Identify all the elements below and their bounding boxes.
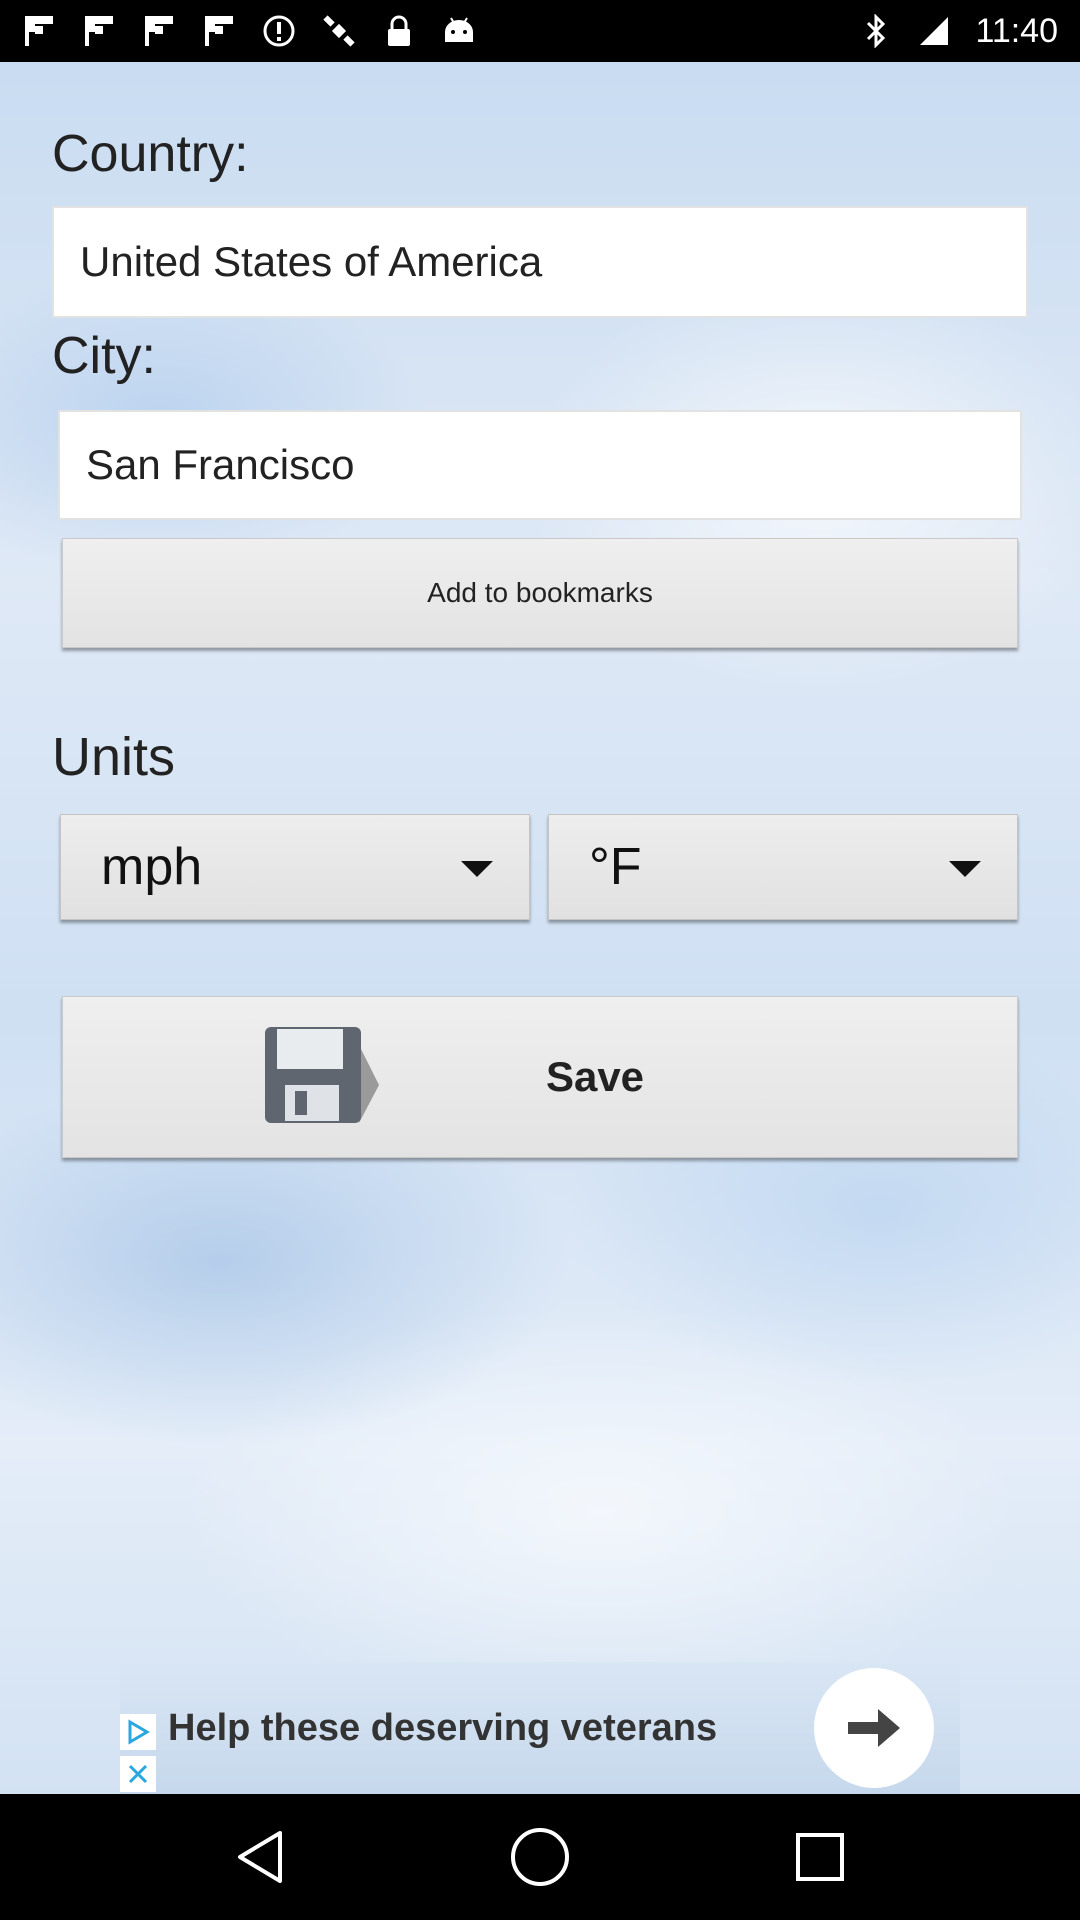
- temperature-unit-value: °F: [589, 838, 642, 896]
- flipboard-icon: [142, 14, 176, 48]
- android-icon: [442, 14, 476, 48]
- arrow-right-icon[interactable]: [814, 1668, 934, 1788]
- lock-icon: [382, 14, 416, 48]
- home-icon[interactable]: [505, 1822, 575, 1892]
- status-time: 11:40: [975, 11, 1058, 50]
- flipboard-icon: [202, 14, 236, 48]
- chevron-down-icon: [949, 861, 981, 877]
- bluetooth-icon: [859, 14, 893, 48]
- chevron-down-icon: [461, 861, 493, 877]
- flipboard-icon: [82, 14, 116, 48]
- speed-unit-value: mph: [101, 838, 203, 896]
- ad-play-icon[interactable]: [120, 1714, 156, 1750]
- add-to-bookmarks-label: Add to bookmarks: [427, 577, 653, 608]
- temperature-unit-select[interactable]: °F: [548, 814, 1018, 920]
- status-bar: 11:40: [0, 0, 1080, 62]
- speed-unit-select[interactable]: mph: [60, 814, 530, 920]
- alert-icon: [262, 14, 296, 48]
- recents-icon[interactable]: [785, 1822, 855, 1892]
- signal-icon: [917, 14, 951, 48]
- ad-close-icon[interactable]: [120, 1756, 156, 1792]
- ad-text: Help these deserving veterans: [168, 1706, 718, 1749]
- ad-banner[interactable]: Help these deserving veterans: [120, 1662, 960, 1794]
- save-button[interactable]: Save: [62, 996, 1018, 1158]
- country-label: Country:: [52, 125, 249, 183]
- units-label: Units: [52, 727, 176, 787]
- floppy-disk-icon: [263, 1025, 381, 1130]
- back-icon[interactable]: [225, 1822, 295, 1892]
- navigation-bar: [0, 1794, 1080, 1920]
- satellite-icon: [322, 14, 356, 48]
- country-field[interactable]: United States of America: [52, 206, 1028, 318]
- flipboard-icon: [22, 14, 56, 48]
- notification-icons: [22, 14, 476, 48]
- city-label: City:: [52, 327, 156, 385]
- add-to-bookmarks-button[interactable]: Add to bookmarks: [62, 538, 1018, 648]
- city-field[interactable]: San Francisco: [58, 410, 1022, 520]
- save-label: Save: [545, 1053, 645, 1100]
- app-content: Country: United States of America City: …: [0, 62, 1080, 1794]
